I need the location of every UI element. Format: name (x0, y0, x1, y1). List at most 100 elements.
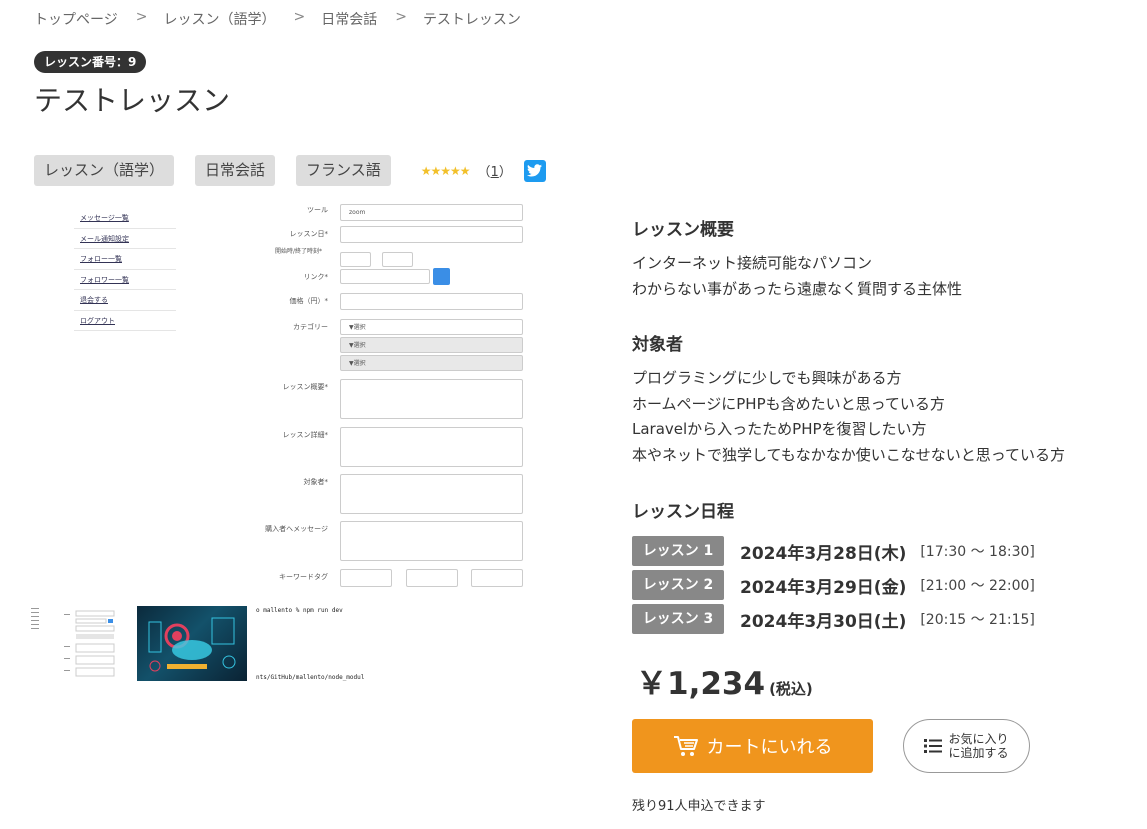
image-thumbnail[interactable] (30, 606, 46, 632)
tag-subcategory[interactable]: 日常会話 (195, 155, 276, 186)
schedule-badge: レッスン 1 (632, 536, 724, 566)
image-form-label: レッスン詳細* (282, 431, 329, 439)
tag-category[interactable]: レッスン（語学） (34, 155, 175, 186)
image-form-value: ▼選択 (349, 342, 366, 349)
review-count-close: ） (498, 165, 512, 180)
review-count[interactable]: （1） (478, 161, 512, 180)
schedule-date: 2024年3月29日(金) (740, 577, 907, 598)
schedule-badge: レッスン 3 (632, 604, 724, 634)
target-line: Laravelから入ったためPHPを復習したい方 (632, 420, 927, 438)
tag-row: レッスン（語学） 日常会話 フランス語 ★★★★★ （1） (34, 155, 546, 186)
image-form-input (471, 569, 523, 587)
image-sidebar-item: メール通知設定 (74, 229, 176, 249)
breadcrumb-item-subcategory[interactable]: 日常会話 (321, 9, 377, 29)
image-thumbnail[interactable] (137, 606, 247, 681)
image-form-textarea (340, 379, 523, 419)
schedule-time: [20:15 〜 21:15] (920, 612, 1035, 628)
breadcrumb-item-current: テストレッスン (422, 12, 521, 28)
remaining-seats: 残り91人申込できます (632, 799, 766, 814)
review-count-open: （ (477, 165, 491, 180)
image-form-label: キーワードタグ (279, 573, 328, 581)
thumbnail-cloud-illustration (148, 617, 236, 672)
image-form-textarea (340, 474, 523, 514)
image-form-input (340, 226, 523, 243)
page-title: テストレッスン (34, 84, 231, 117)
overview-line: インターネット接続可能なパソコン (632, 254, 873, 272)
image-form-label: レッスン日* (289, 230, 329, 238)
add-to-favorites-button[interactable]: お気に入り に追加する (903, 719, 1030, 773)
schedule-item: レッスン 1 2024年3月28日(木) [17:30 〜 18:30] (632, 536, 1035, 566)
rating-stars: ★★★★★ (420, 163, 471, 178)
image-form-value: ▼選択 (349, 360, 366, 367)
breadcrumb-item-top[interactable]: トップページ (34, 9, 118, 29)
image-form-input (340, 569, 392, 587)
image-thumbnail[interactable] (58, 606, 118, 681)
schedule-item: レッスン 2 2024年3月29日(金) [21:00 〜 22:00] (632, 570, 1035, 600)
thumbnail-terminal-line: o mallento % npm run dev (256, 607, 343, 614)
schedule-time: [21:00 〜 22:00] (920, 578, 1035, 594)
breadcrumb-separator: > (293, 9, 306, 25)
cart-icon (673, 736, 698, 756)
image-form-select: ▼選択 (340, 355, 523, 371)
price-tax-label: (税込) (769, 680, 813, 698)
thumbnail-preview (31, 608, 39, 629)
schedule-badge: レッスン 2 (632, 570, 724, 600)
lesson-number-badge: レッスン番号：9 (34, 51, 147, 73)
list-icon (924, 739, 943, 753)
price-amount: ￥1,234 (636, 666, 766, 702)
image-add-button (433, 268, 450, 285)
review-count-number[interactable]: 1 (491, 165, 499, 180)
image-sidebar-item: フォロワー一覧 (74, 270, 176, 290)
schedule-date: 2024年3月30日(土) (740, 611, 907, 632)
target-title: 対象者 (632, 335, 683, 355)
image-form-value: zoom (349, 209, 366, 216)
image-form-label: 購入者へメッセージ (265, 525, 328, 533)
image-sidebar-item: ログアウト (74, 311, 176, 331)
breadcrumb-separator: > (135, 9, 148, 25)
target-line: ホームページにPHPも含めたいと思っている方 (632, 395, 945, 413)
target-line: プログラミングに少しでも興味がある方 (632, 369, 902, 387)
image-form-label: 対象者* (303, 478, 329, 486)
schedule-item: レッスン 3 2024年3月30日(土) [20:15 〜 21:15] (632, 604, 1035, 634)
image-form-label: リンク* (303, 273, 329, 281)
add-to-cart-button[interactable]: カートにいれる (632, 719, 873, 773)
image-form-textarea (340, 427, 523, 467)
image-form-label: レッスン概要* (282, 383, 329, 391)
breadcrumb-separator: > (395, 9, 407, 25)
add-to-favorites-label: お気に入り に追加する (948, 732, 1008, 760)
image-form-label: 開始時/終了時刻* (274, 248, 322, 255)
image-sidebar-item: 退会する (74, 290, 176, 311)
overview-line: わからない事があったら遠慮なく質問する主体性 (632, 280, 963, 298)
image-sidebar-menu: メッセージ一覧 メール通知設定 フォロー一覧 フォロワー一覧 退会する ログアウ… (74, 208, 176, 331)
favorites-label-line: に追加する (948, 746, 1009, 760)
image-form-select: zoom (340, 204, 523, 221)
schedule-title: レッスン日程 (632, 502, 734, 522)
add-to-cart-label: カートにいれる (706, 737, 833, 758)
image-form-input (406, 569, 458, 587)
twitter-share-button[interactable] (523, 159, 546, 182)
schedule-date: 2024年3月28日(木) (740, 543, 907, 564)
image-thumbnail[interactable]: o mallento % npm run dev nts/GitHub/mall… (256, 606, 376, 684)
breadcrumb: トップページ > レッスン（語学） > 日常会話 > テストレッスン (34, 9, 521, 29)
price: ￥1,234 (税込) (636, 658, 813, 703)
image-form-label: カテゴリー (293, 323, 328, 331)
image-thumbnail-strip: o mallento % npm run dev nts/GitHub/mall… (30, 606, 554, 684)
image-form-label: ツール (307, 206, 328, 214)
image-sidebar-item: フォロー一覧 (74, 249, 176, 270)
tag-language[interactable]: フランス語 (296, 155, 391, 186)
image-form-input (340, 269, 430, 284)
overview-title: レッスン概要 (632, 220, 734, 240)
target-line: 本やネットで独学してもなかなか使いこなせないと思っている方 (632, 446, 1066, 464)
schedule-time: [17:30 〜 18:30] (920, 544, 1035, 560)
lesson-main-image: メッセージ一覧 メール通知設定 フォロー一覧 フォロワー一覧 退会する ログアウ… (34, 196, 554, 590)
image-form-input (340, 293, 523, 310)
thumbnail-terminal-line: nts/GitHub/mallento/node_modul (256, 674, 365, 681)
image-form-value: ▼選択 (349, 324, 366, 331)
thumbnail-preview (64, 610, 115, 677)
image-form-select: ▼選択 (340, 337, 523, 353)
image-form-select: ▼選択 (340, 319, 523, 335)
image-form-textarea (340, 521, 523, 561)
favorites-label-line: お気に入り (948, 732, 1009, 746)
image-form-select (340, 252, 371, 267)
breadcrumb-item-category[interactable]: レッスン（語学） (163, 9, 275, 29)
